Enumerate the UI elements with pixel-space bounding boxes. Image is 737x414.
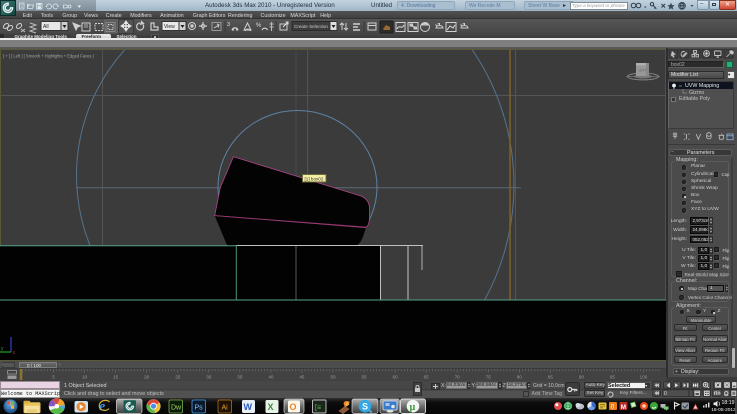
- svg-text:All: All: [43, 24, 49, 30]
- svg-text:85: 85: [548, 374, 554, 379]
- svg-text:0: 0: [611, 403, 615, 410]
- svg-text:10: 10: [82, 374, 88, 379]
- svg-text:0: 0: [664, 391, 667, 397]
- svg-text:S: S: [362, 401, 368, 411]
- svg-text:90: 90: [579, 374, 585, 379]
- svg-text:60: 60: [393, 374, 399, 379]
- svg-text:18-05-2013: 18-05-2013: [711, 407, 736, 413]
- svg-text:15: 15: [113, 374, 119, 379]
- svg-text:Ps: Ps: [195, 404, 204, 411]
- svg-text:Create Selection Se: Create Selection Se: [294, 24, 335, 29]
- svg-text:18:19: 18:19: [722, 400, 735, 406]
- svg-text:20: 20: [144, 374, 150, 379]
- svg-text:35: 35: [237, 374, 243, 379]
- svg-text:30: 30: [206, 374, 212, 379]
- svg-text:W: W: [244, 402, 253, 412]
- svg-text:View: View: [164, 24, 175, 30]
- svg-text:Dw: Dw: [171, 404, 182, 411]
- svg-text:5: 5: [52, 374, 55, 379]
- svg-text:3: 3: [227, 22, 230, 28]
- svg-text:O: O: [290, 402, 297, 412]
- svg-text:50: 50: [330, 374, 336, 379]
- svg-text:70: 70: [455, 374, 461, 379]
- svg-text:75: 75: [486, 374, 492, 379]
- svg-text:µ: µ: [410, 402, 416, 413]
- svg-text:LEFT: LEFT: [639, 69, 647, 73]
- svg-text:[≡: [≡: [315, 404, 321, 411]
- svg-text:65: 65: [424, 374, 430, 379]
- svg-text:100: 100: [640, 374, 648, 379]
- svg-text:95: 95: [610, 374, 616, 379]
- svg-text:[ + ] [ Left ] [ Smooth + High: [ + ] [ Left ] [ Smooth + Highlights + E…: [3, 53, 94, 58]
- svg-text:25: 25: [175, 374, 181, 379]
- svg-text:55: 55: [361, 374, 367, 379]
- svg-text:[1] box02: [1] box02: [305, 176, 324, 181]
- svg-text:M: M: [621, 403, 626, 410]
- svg-text:45: 45: [299, 374, 305, 379]
- svg-text:40: 40: [268, 374, 274, 379]
- svg-text:Ai: Ai: [222, 404, 229, 411]
- svg-text:80: 80: [517, 374, 523, 379]
- svg-text:X: X: [268, 402, 274, 412]
- svg-text:%: %: [256, 23, 262, 29]
